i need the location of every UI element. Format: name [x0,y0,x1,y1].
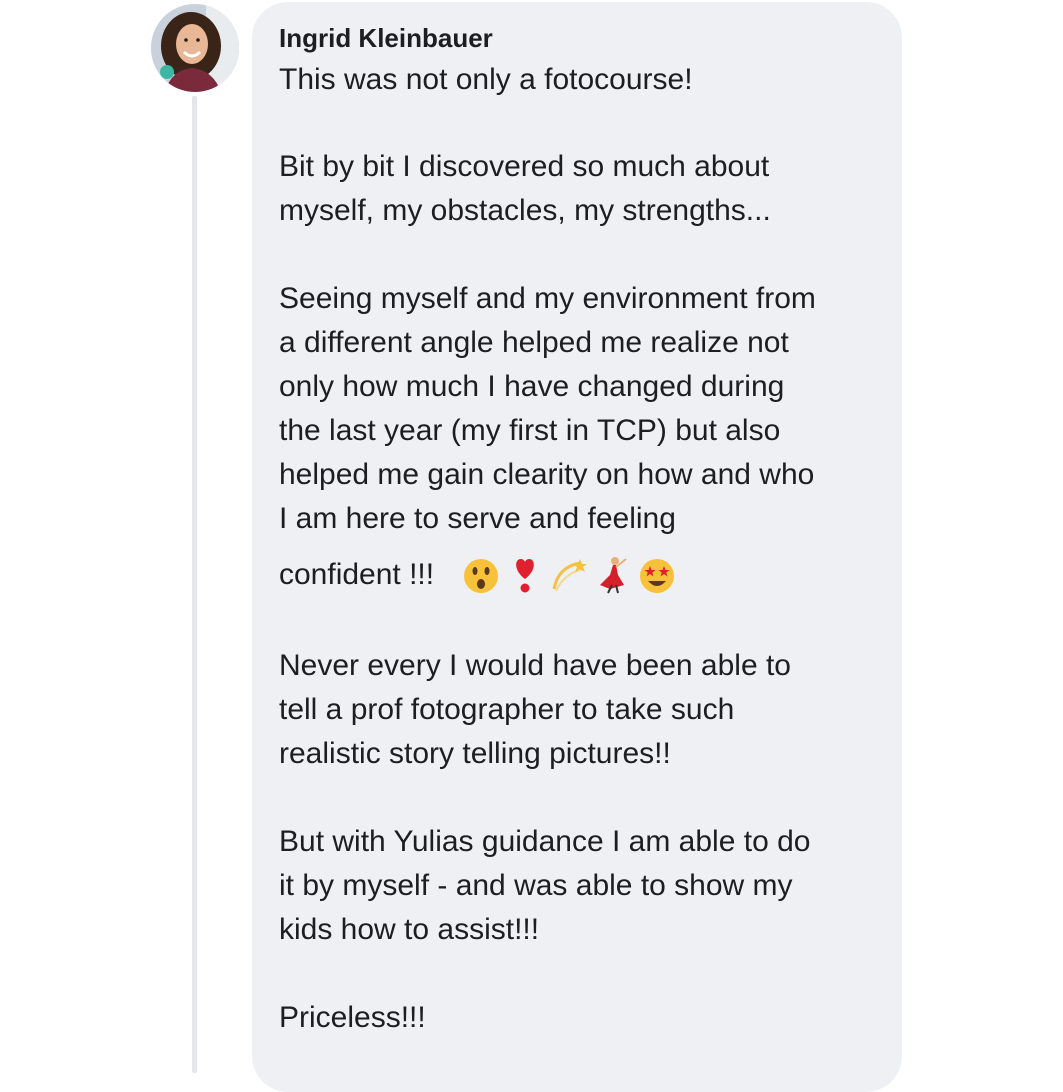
comment-line: only how much I have changed during [279,370,785,403]
emoji-row [462,552,676,598]
comment-line: Bit by bit I discovered so much about [279,150,770,183]
comment-line: a different angle helped me realize not [279,326,789,359]
comment-line: Seeing myself and my environment from [279,282,816,315]
comment-author[interactable]: Ingrid Kleinbauer [279,20,493,56]
comment-line: kids how to assist!!! [279,913,540,946]
comment-line: the last year (my first in TCP) but also [279,414,781,447]
heart-exclamation-emoji [506,555,544,595]
dancer-emoji [594,555,632,595]
dizzy-emoji [550,555,588,595]
comment-line: Never every I would have been able to [279,649,791,682]
comment-line: myself, my obstacles, my strengths... [279,194,771,227]
thread-line [192,96,197,1073]
avatar-photo [151,4,239,92]
comment-line: tell a prof fotographer to take such [279,693,735,726]
comment-line: confident !!! [279,558,435,591]
comment-line: I am here to serve and feeling [279,502,676,535]
comment-line: realistic story telling pictures!! [279,737,671,770]
star-struck-emoji [638,555,676,595]
comment-line: This was not only a fotocourse! [279,63,693,96]
comment-line: Priceless!!! [279,1001,426,1034]
hushed-face-emoji [462,555,500,595]
comment-line: helped me gain clearity on how and who [279,458,815,491]
comment-line: But with Yulias guidance I am able to do [279,825,811,858]
comment-line: it by myself - and was able to show my [279,869,793,902]
avatar[interactable] [151,4,239,92]
